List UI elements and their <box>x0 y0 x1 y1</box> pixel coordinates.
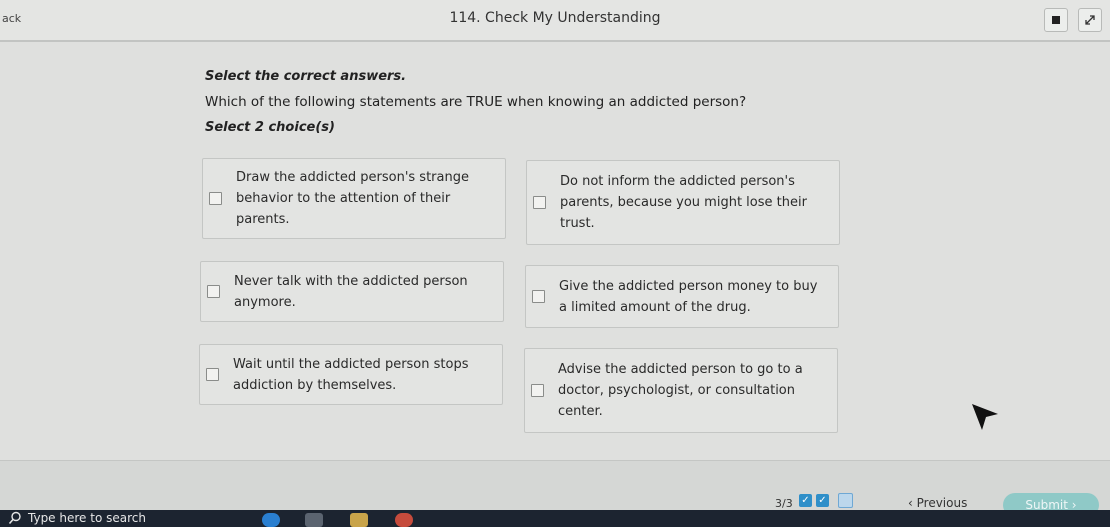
chevron-left-icon: ‹ <box>908 496 917 510</box>
checkbox[interactable] <box>533 196 546 209</box>
stop-button[interactable] <box>1044 8 1068 32</box>
choice-4[interactable]: Give the addicted person money to buy a … <box>525 265 839 328</box>
checkbox[interactable] <box>532 290 545 303</box>
choice-3[interactable]: Never talk with the addicted person anym… <box>200 261 504 322</box>
taskbar-search-input[interactable]: Type here to search <box>28 511 146 525</box>
checkbox[interactable] <box>206 368 219 381</box>
progress-counter: 3/3 <box>775 497 793 510</box>
question-text: Which of the following statements are TR… <box>205 94 747 110</box>
checkbox[interactable] <box>209 192 222 205</box>
progress-step-2-check-icon[interactable]: ✓ <box>816 494 829 507</box>
page-title: 114. Check My Understanding <box>449 10 661 26</box>
select-count: Select 2 choice(s) <box>205 120 335 135</box>
search-icon <box>8 511 21 525</box>
stop-icon <box>1052 16 1060 24</box>
choice-2[interactable]: Do not inform the addicted person's pare… <box>526 160 840 245</box>
checkbox[interactable] <box>531 384 544 397</box>
progress-step-1-check-icon[interactable]: ✓ <box>799 494 812 507</box>
progress-step-3[interactable] <box>838 493 853 508</box>
expand-button[interactable] <box>1078 8 1102 32</box>
file-explorer-icon[interactable] <box>350 513 368 527</box>
previous-label: Previous <box>916 496 968 510</box>
choice-text: Advise the addicted person to go to a do… <box>558 362 803 419</box>
expand-icon <box>1085 15 1095 25</box>
previous-button[interactable]: ‹ Previous <box>908 496 967 510</box>
choice-text: Draw the addicted person's strange behav… <box>236 170 469 227</box>
choice-1[interactable]: Draw the addicted person's strange behav… <box>202 158 506 239</box>
edge-browser-icon[interactable] <box>262 513 280 527</box>
choice-text: Wait until the addicted person stops add… <box>233 356 469 393</box>
mouse-cursor-icon <box>972 404 998 430</box>
choice-text: Do not inform the addicted person's pare… <box>560 174 807 231</box>
choice-text: Never talk with the addicted person anym… <box>234 273 468 310</box>
top-bar: ack 114. Check My Understanding <box>0 0 1110 42</box>
chrome-icon[interactable] <box>395 513 413 527</box>
bottom-navigation: 3/3 ✓ ✓ ‹ Previous Submit › <box>0 460 1110 517</box>
question-panel: Select the correct answers. Which of the… <box>0 42 1110 460</box>
choice-text: Give the addicted person money to buy a … <box>559 278 818 315</box>
task-view-icon[interactable] <box>305 513 323 527</box>
instruction-text: Select the correct answers. <box>205 69 407 84</box>
checkbox[interactable] <box>207 285 220 298</box>
choice-6[interactable]: Advise the addicted person to go to a do… <box>524 348 838 433</box>
taskbar: Type here to search <box>0 510 1110 527</box>
choice-5[interactable]: Wait until the addicted person stops add… <box>199 344 503 405</box>
